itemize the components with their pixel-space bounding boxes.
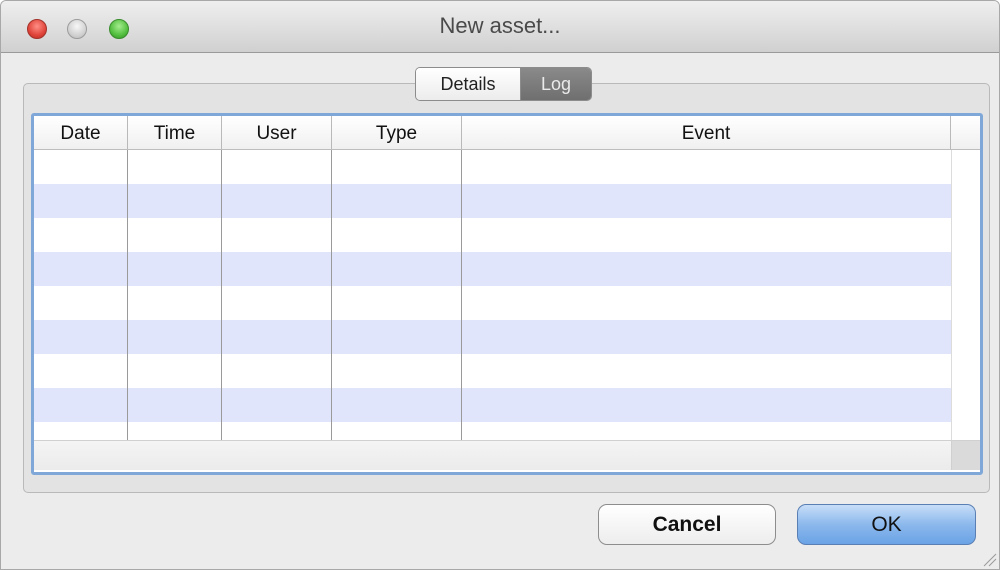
column-header-event[interactable]: Event xyxy=(462,116,951,149)
window-title: New asset... xyxy=(439,13,561,38)
table-header: Date Time User Type Event xyxy=(34,116,980,150)
horizontal-scrollbar[interactable] xyxy=(34,440,980,470)
column-divider xyxy=(127,150,128,440)
column-divider xyxy=(331,150,332,440)
table-row[interactable] xyxy=(34,388,951,422)
table-row[interactable] xyxy=(34,320,951,354)
table-row[interactable] xyxy=(34,286,951,320)
column-divider xyxy=(221,150,222,440)
table-row[interactable] xyxy=(34,422,951,441)
column-divider xyxy=(461,150,462,440)
table-row[interactable] xyxy=(34,184,951,218)
table-row[interactable] xyxy=(34,218,951,252)
scroll-corner xyxy=(951,440,980,470)
tab-details[interactable]: Details xyxy=(416,68,521,100)
tab-log[interactable]: Log xyxy=(521,68,591,100)
vertical-scrollbar[interactable] xyxy=(951,150,980,441)
dialog-window: New asset... Details Log Date Time User … xyxy=(0,0,1000,570)
ok-button[interactable]: OK xyxy=(797,504,976,545)
table-body[interactable] xyxy=(34,150,951,441)
log-table[interactable]: Date Time User Type Event xyxy=(31,113,983,475)
column-header-date[interactable]: Date xyxy=(34,116,128,149)
table-row[interactable] xyxy=(34,354,951,388)
title-bar[interactable]: New asset... xyxy=(1,1,999,53)
tab-switcher: Details Log xyxy=(415,67,592,101)
column-header-user[interactable]: User xyxy=(222,116,332,149)
cancel-button[interactable]: Cancel xyxy=(598,504,776,545)
table-row[interactable] xyxy=(34,150,951,184)
column-header-time[interactable]: Time xyxy=(128,116,222,149)
table-row[interactable] xyxy=(34,252,951,286)
resize-grip-icon[interactable] xyxy=(979,549,997,567)
column-header-type[interactable]: Type xyxy=(332,116,462,149)
